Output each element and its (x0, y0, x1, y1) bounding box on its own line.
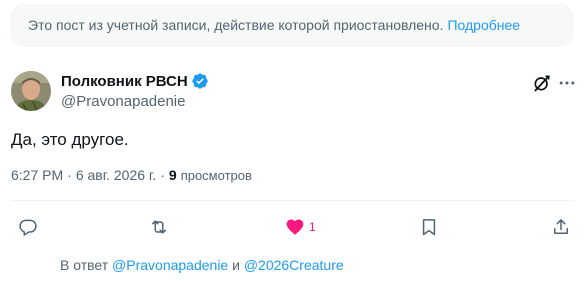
verified-badge-icon (192, 73, 208, 89)
reply-icon (19, 219, 37, 236)
bookmark-button[interactable] (419, 215, 439, 239)
mention-link[interactable]: @Pravonapadenie (112, 257, 228, 273)
mention-link[interactable]: @2026Creature (244, 257, 344, 273)
like-button[interactable]: 1 (285, 215, 316, 239)
heart-icon (286, 219, 304, 235)
author-name-row[interactable]: Полковник РВСН (61, 72, 209, 90)
reply-button[interactable] (18, 215, 38, 239)
repost-icon (152, 220, 166, 234)
meta-separator: · (67, 167, 72, 183)
learn-more-link[interactable]: Подробнее (447, 17, 520, 33)
tweet-date[interactable]: 6 авг. 2026 г. (76, 167, 156, 183)
reply-prefix: В ответ (60, 257, 109, 273)
tweet-meta: 6:27 PM · 6 авг. 2026 г. · 9 просмотров (11, 167, 252, 183)
reply-conjunction: и (232, 257, 240, 273)
tweet-time[interactable]: 6:27 PM (11, 167, 63, 183)
avatar-image (11, 71, 51, 111)
like-count: 1 (309, 220, 316, 234)
bookmark-icon (422, 219, 436, 236)
more-options-icon[interactable] (557, 73, 577, 93)
author-handle[interactable]: @Pravonapadenie (61, 93, 185, 110)
suspended-account-notice: Это пост из учетной записи, действие кот… (11, 4, 573, 46)
grok-icon[interactable] (532, 73, 552, 93)
views-count: 9 (168, 167, 177, 183)
meta-separator: · (160, 167, 165, 183)
avatar[interactable] (11, 71, 51, 111)
tweet-text: Да, это другое. (11, 130, 129, 149)
action-bar: 1 (0, 215, 585, 239)
author-name[interactable]: Полковник РВСН (61, 73, 188, 90)
notice-text: Это пост из учетной записи, действие кот… (28, 17, 444, 33)
repost-button[interactable] (149, 215, 169, 239)
views-label: просмотров (180, 167, 252, 183)
share-button[interactable] (551, 215, 571, 239)
share-icon (554, 219, 568, 234)
divider (11, 200, 574, 201)
reply-context: В ответ @Pravonapadenie и @2026Creature (60, 257, 344, 273)
